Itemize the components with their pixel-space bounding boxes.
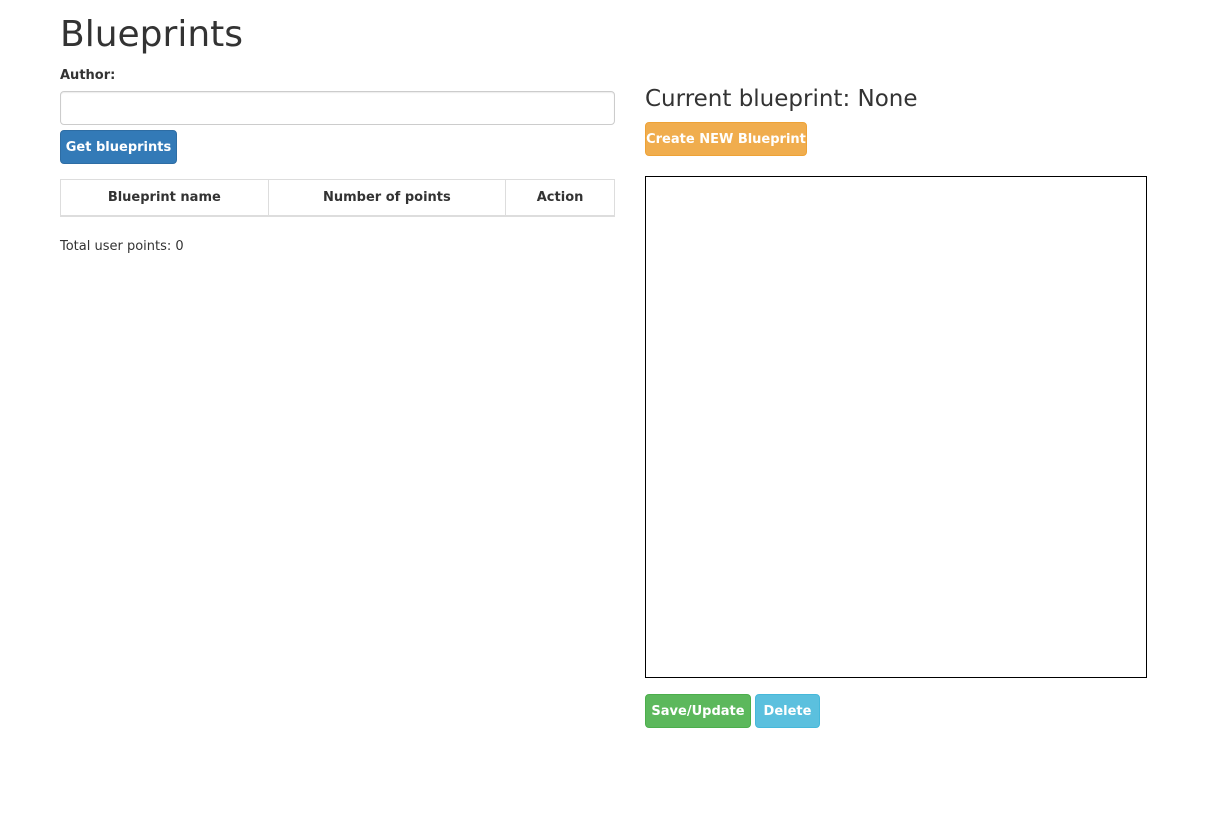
delete-button[interactable]: Delete [755, 694, 820, 728]
table-header-row: Blueprint name Number of points Action [60, 179, 615, 217]
blueprints-table: Blueprint name Number of points Action [60, 179, 615, 217]
total-user-points: Total user points: 0 [60, 239, 184, 254]
author-input[interactable] [60, 91, 615, 125]
page-title: Blueprints [60, 14, 244, 55]
blueprints-page: Blueprints Author: Get blueprints Bluepr… [0, 0, 1228, 820]
get-blueprints-button[interactable]: Get blueprints [60, 130, 177, 164]
create-new-blueprint-button[interactable]: Create NEW Blueprint [645, 122, 807, 156]
author-label: Author: [60, 68, 116, 83]
blueprint-canvas[interactable] [645, 176, 1147, 678]
save-update-button[interactable]: Save/Update [645, 694, 751, 728]
header-action: Action [505, 179, 615, 217]
header-number-of-points: Number of points [267, 179, 507, 217]
current-blueprint-title: Current blueprint: None [645, 86, 918, 112]
header-blueprint-name: Blueprint name [60, 179, 269, 217]
